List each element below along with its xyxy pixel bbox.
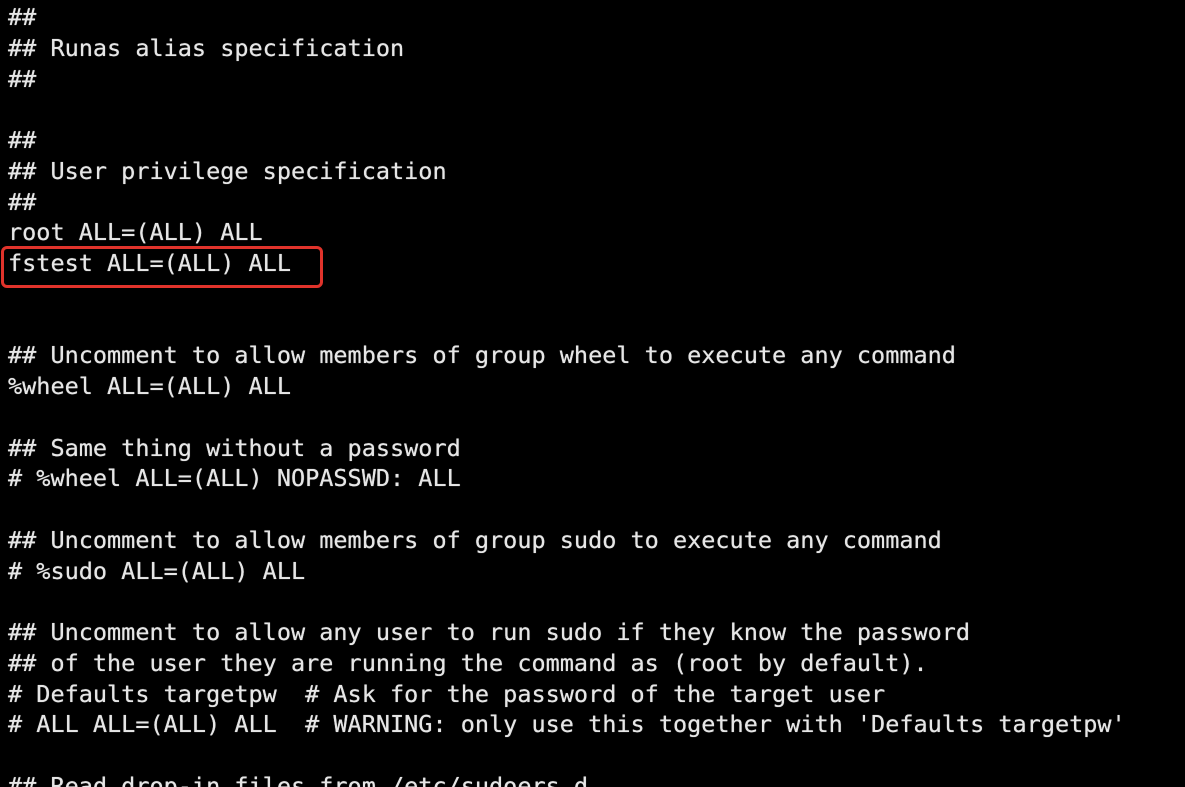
text-line: ## Uncomment to allow any user to run su… [8, 618, 971, 646]
text-line [8, 279, 1126, 310]
text-line: ## Same thing without a password [8, 433, 461, 462]
text-line: # Defaults targetpw # Ask for the passwo… [8, 679, 886, 708]
text-line: ## of the user they are running the comm… [8, 648, 928, 677]
text-line [8, 402, 1126, 433]
text-line [8, 94, 1126, 125]
text-line: ## Runas alias specification [8, 33, 405, 62]
text-line [8, 586, 1126, 617]
text-line: ## [8, 64, 37, 93]
text-line: ## [8, 126, 37, 154]
text-line [8, 310, 1126, 341]
text-line: ## Read drop-in files from /etc/sudoers.… [8, 771, 589, 787]
text-line: ## [8, 3, 37, 31]
highlighted-text-line: fstest ALL=(ALL) ALL [8, 249, 291, 277]
sudoers-file-content: ## ## Runas alias specification ## ## ##… [8, 2, 1126, 787]
text-line: # %sudo ALL=(ALL) ALL [8, 556, 306, 585]
text-line: root ALL=(ALL) ALL [8, 218, 263, 247]
text-line [8, 740, 1126, 771]
text-line: ## User privilege specification [8, 156, 447, 185]
text-line: ## [8, 187, 37, 216]
text-line [8, 494, 1126, 525]
terminal-window[interactable]: ## ## Runas alias specification ## ## ##… [0, 0, 1185, 787]
text-line: # %wheel ALL=(ALL) NOPASSWD: ALL [8, 464, 461, 493]
text-line: # ALL ALL=(ALL) ALL # WARNING: only use … [8, 710, 1126, 739]
text-line: ## Uncomment to allow members of group w… [8, 341, 956, 370]
text-line: ## Uncomment to allow members of group s… [8, 525, 942, 554]
text-line: %wheel ALL=(ALL) ALL [8, 372, 291, 400]
